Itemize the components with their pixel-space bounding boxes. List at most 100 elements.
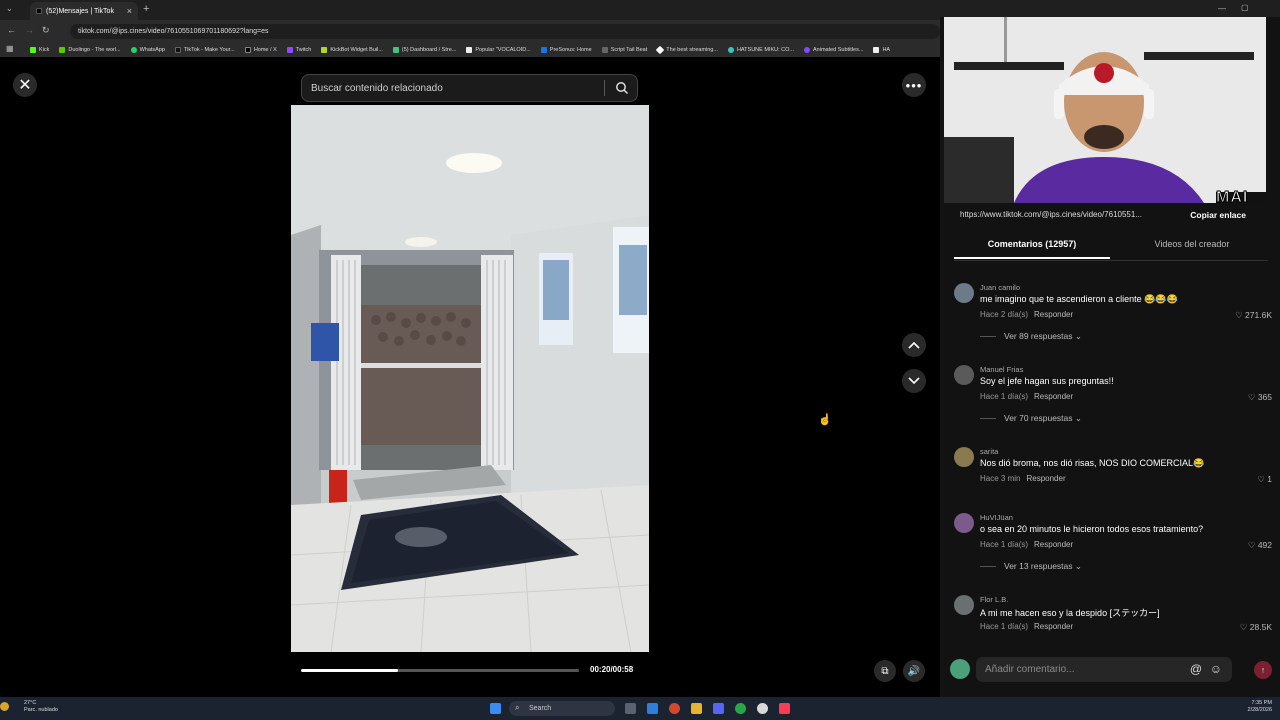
search-icon[interactable] — [615, 81, 629, 95]
like-button[interactable]: ♡ 28.5K — [1240, 622, 1272, 633]
like-button[interactable]: ♡ 492 — [1248, 540, 1272, 551]
bookmark-item[interactable]: Script Tail Beat — [601, 46, 647, 53]
comment-composer: Añadir comentario... @ ☺ ↑ — [948, 657, 1278, 683]
progress-fill — [301, 669, 399, 672]
comment-time: Hace 3 min — [980, 474, 1021, 483]
weather-widget[interactable]: 27°C Parc. nublado — [24, 700, 58, 714]
reply-button[interactable]: Responder — [1034, 622, 1073, 631]
maximize-icon[interactable]: ▢ — [1241, 3, 1249, 12]
bookmark-item[interactable]: The best streaming... — [656, 45, 718, 54]
task-view-icon[interactable] — [625, 703, 636, 714]
like-button[interactable]: ♡ 1 — [1257, 474, 1272, 485]
bookmark-item[interactable]: HA — [873, 46, 890, 53]
view-replies-button[interactable]: Ver 70 respuestas ⌄ — [980, 413, 1082, 424]
related-search-input[interactable]: Buscar contenido relacionado — [301, 74, 638, 102]
video-progress-bar[interactable] — [301, 669, 579, 672]
tab-comments[interactable]: Comentarios (12957) — [954, 239, 1110, 259]
more-icon: ••• — [905, 77, 923, 93]
copy-link-button[interactable]: Copiar enlace — [1190, 210, 1246, 220]
bookmark-item[interactable]: Popular "VOCALOID... — [466, 46, 531, 53]
comment-item: HuVIJüan o sea en 20 minutos le hicieron… — [954, 513, 1272, 593]
clock-time: 7:35 PM — [1251, 700, 1272, 706]
comment-username[interactable]: Manuel Frias — [980, 365, 1023, 374]
discord-icon[interactable] — [713, 703, 724, 714]
taskbar-clock[interactable]: 7:35 PM 2/28/2026 — [1238, 700, 1272, 714]
like-count: 28.5K — [1249, 622, 1272, 632]
tab-creator-videos[interactable]: Videos del creador — [1114, 239, 1270, 257]
webcam-scene — [944, 17, 1266, 203]
back-icon[interactable]: ← — [7, 25, 16, 35]
like-button[interactable]: ♡ 365 — [1248, 392, 1272, 403]
avatar[interactable] — [954, 365, 974, 385]
search-icon: ⌕ — [515, 703, 520, 712]
more-options-button[interactable]: ••• — [902, 73, 926, 97]
like-button[interactable]: ♡ 271.6K — [1235, 310, 1272, 321]
bookmark-item[interactable]: KickBot Widget Buil... — [321, 46, 383, 53]
address-bar[interactable]: tiktok.com/@ips.cines/video/761055106970… — [70, 24, 940, 39]
volume-button[interactable]: 🔊 — [903, 660, 925, 682]
comment-username[interactable]: Juan camilo — [980, 283, 1020, 292]
chrome-profile-icon[interactable] — [735, 703, 746, 714]
video-frame[interactable] — [291, 105, 649, 652]
avatar[interactable] — [954, 447, 974, 467]
avatar[interactable] — [954, 513, 974, 533]
windows-start-icon[interactable] — [490, 703, 501, 714]
close-tab-icon[interactable]: × — [127, 6, 132, 16]
comment-username[interactable]: sarita — [980, 447, 998, 456]
send-comment-button[interactable]: ↑ — [1254, 661, 1272, 679]
bookmark-item[interactable]: WhatsApp — [130, 46, 165, 53]
chrome-icon[interactable] — [669, 703, 680, 714]
reload-icon[interactable]: ↻ — [42, 25, 50, 36]
video-scene — [291, 105, 649, 652]
reply-button[interactable]: Responder — [1034, 392, 1073, 401]
edge-icon[interactable] — [647, 703, 658, 714]
emoji-icon[interactable]: ☺ — [1210, 662, 1222, 676]
chatgpt-icon[interactable] — [757, 703, 768, 714]
reply-button[interactable]: Responder — [1034, 540, 1073, 549]
tab-list-icon[interactable]: ⌄ — [6, 4, 13, 13]
taskbar: 27°C Parc. nublado ⌕ Search 7:35 PM 2/28… — [0, 697, 1280, 720]
browser-tab[interactable]: (52)Mensajes | TikTok × — [30, 2, 138, 20]
close-button[interactable]: ✕ — [13, 73, 37, 97]
reply-button[interactable]: Responder — [1026, 474, 1065, 483]
view-replies-button[interactable]: Ver 13 respuestas ⌄ — [980, 561, 1082, 572]
like-count: 365 — [1257, 392, 1272, 402]
new-tab-icon[interactable]: + — [143, 3, 149, 15]
minimize-icon[interactable]: — — [1218, 4, 1226, 13]
bookmark-item[interactable]: Home / X — [244, 46, 277, 53]
music-icon[interactable] — [779, 703, 790, 714]
forward-icon[interactable]: → — [25, 25, 34, 35]
comment-username[interactable]: HuVIJüan — [980, 513, 1013, 522]
previous-video-button[interactable] — [902, 333, 926, 357]
apps-icon[interactable]: ▦ — [6, 44, 14, 53]
reply-button[interactable]: Responder — [1034, 310, 1073, 319]
bookmark-item[interactable]: TikTok - Make Your... — [174, 46, 235, 53]
avatar[interactable] — [954, 595, 974, 615]
avatar[interactable] — [954, 283, 974, 303]
chevron-up-icon — [908, 341, 920, 349]
comment-meta: Hace 1 día(s) Responder — [980, 622, 1073, 631]
presonus-icon — [540, 46, 547, 53]
comment-time: Hace 1 día(s) — [980, 540, 1029, 549]
taskbar-search[interactable]: ⌕ Search — [509, 701, 615, 716]
view-replies-button[interactable]: Ver 89 respuestas ⌄ — [980, 331, 1082, 342]
bookmark-item[interactable]: Twitch — [286, 46, 311, 53]
panel-tabs: Comentarios (12957) Videos del creador — [954, 239, 1268, 261]
bookmark-item[interactable]: Kick — [30, 46, 49, 53]
x-icon — [244, 46, 251, 53]
floating-player-button[interactable]: ⧉ — [874, 660, 896, 682]
bookmark-item[interactable]: Animated Subtitles... — [804, 46, 863, 53]
bookmark-item[interactable]: HATSUNE MIKU: CO... — [727, 46, 794, 53]
bookmark-item[interactable]: (5) Dashboard / Stre... — [392, 46, 456, 53]
bookmark-item[interactable]: Duolingo - The worl... — [59, 46, 121, 53]
share-link[interactable]: https://www.tiktok.com/@ips.cines/video/… — [960, 210, 1142, 219]
bookmark-item[interactable]: PreSonus: Home — [540, 46, 592, 53]
mention-icon[interactable]: @ — [1190, 662, 1202, 676]
comment-username[interactable]: Flor L.B. — [980, 595, 1008, 604]
search-placeholder: Buscar contenido relacionado — [311, 82, 443, 94]
webcam-overlay: MAI — [944, 17, 1266, 203]
comment-input[interactable]: Añadir comentario... @ ☺ — [976, 657, 1232, 682]
comment-meta: Hace 1 día(s) Responder — [980, 392, 1073, 401]
next-video-button[interactable] — [902, 369, 926, 393]
file-explorer-icon[interactable] — [691, 703, 702, 714]
